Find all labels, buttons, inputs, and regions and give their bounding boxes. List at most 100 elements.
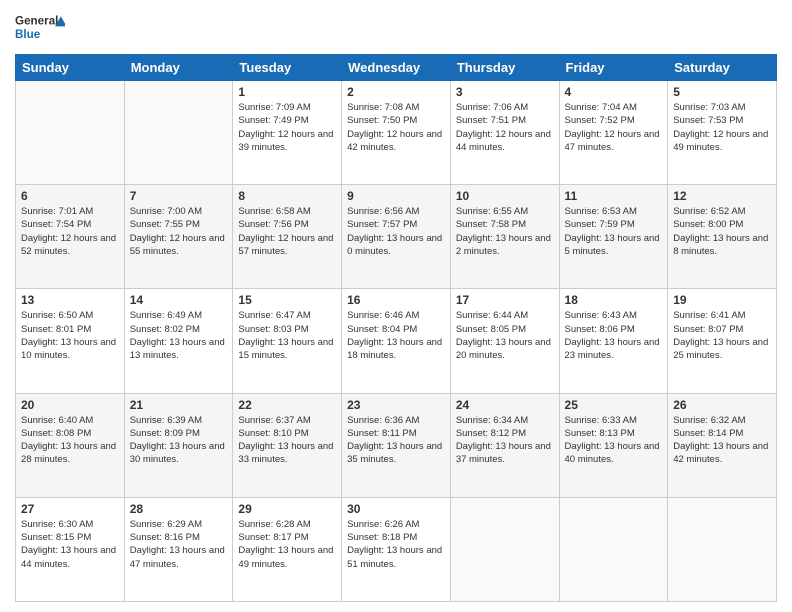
day-number: 10	[456, 189, 554, 203]
calendar-cell	[16, 81, 125, 185]
calendar-cell: 21 Sunrise: 6:39 AMSunset: 8:09 PMDayligh…	[124, 393, 233, 497]
calendar-cell: 30Sunrise: 6:26 AMSunset: 8:18 PMDayligh…	[342, 497, 451, 601]
day-info: Sunrise: 6:34 AMSunset: 8:12 PMDaylight:…	[456, 414, 554, 467]
calendar-cell: 14 Sunrise: 6:49 AMSunset: 8:02 PMDayligh…	[124, 289, 233, 393]
day-info: Sunrise: 6:47 AMSunset: 8:03 PMDaylight:…	[238, 309, 336, 362]
day-info: Sunrise: 6:39 AMSunset: 8:09 PMDaylight:…	[130, 414, 228, 467]
page: General Blue SundayMondayTuesdayWednesda…	[0, 0, 792, 612]
calendar-cell: 1 Sunrise: 7:09 AMSunset: 7:49 PMDaylight…	[233, 81, 342, 185]
svg-text:Blue: Blue	[15, 28, 41, 41]
day-info: Sunrise: 6:58 AMSunset: 7:56 PMDaylight:…	[238, 205, 336, 258]
day-info: Sunrise: 6:50 AMSunset: 8:01 PMDaylight:…	[21, 309, 119, 362]
day-number: 20	[21, 398, 119, 412]
day-header: Sunday	[16, 55, 125, 81]
day-number: 28	[130, 502, 228, 516]
day-number: 3	[456, 85, 554, 99]
calendar-table: SundayMondayTuesdayWednesdayThursdayFrid…	[15, 54, 777, 602]
calendar-cell	[668, 497, 777, 601]
day-info: Sunrise: 6:33 AMSunset: 8:13 PMDaylight:…	[565, 414, 663, 467]
day-header: Monday	[124, 55, 233, 81]
calendar-cell: 11 Sunrise: 6:53 AMSunset: 7:59 PMDayligh…	[559, 185, 668, 289]
day-number: 2	[347, 85, 445, 99]
day-info: Sunrise: 6:44 AMSunset: 8:05 PMDaylight:…	[456, 309, 554, 362]
day-number: 11	[565, 189, 663, 203]
day-info: Sunrise: 6:32 AMSunset: 8:14 PMDaylight:…	[673, 414, 771, 467]
day-number: 4	[565, 85, 663, 99]
day-number: 13	[21, 293, 119, 307]
day-info: Sunrise: 6:40 AMSunset: 8:08 PMDaylight:…	[21, 414, 119, 467]
day-number: 22	[238, 398, 336, 412]
calendar-row: 20 Sunrise: 6:40 AMSunset: 8:08 PMDayligh…	[16, 393, 777, 497]
day-info: Sunrise: 7:04 AMSunset: 7:52 PMDaylight:…	[565, 101, 663, 154]
day-info: Sunrise: 7:01 AMSunset: 7:54 PMDaylight:…	[21, 205, 119, 258]
day-info: Sunrise: 6:46 AMSunset: 8:04 PMDaylight:…	[347, 309, 445, 362]
calendar-cell: 29 Sunrise: 6:28 AMSunset: 8:17 PMDayligh…	[233, 497, 342, 601]
day-number: 24	[456, 398, 554, 412]
day-header: Saturday	[668, 55, 777, 81]
calendar-cell: 10 Sunrise: 6:55 AMSunset: 7:58 PMDayligh…	[450, 185, 559, 289]
calendar-cell: 4 Sunrise: 7:04 AMSunset: 7:52 PMDaylight…	[559, 81, 668, 185]
calendar-cell: 20 Sunrise: 6:40 AMSunset: 8:08 PMDayligh…	[16, 393, 125, 497]
day-number: 16	[347, 293, 445, 307]
calendar-row: 1 Sunrise: 7:09 AMSunset: 7:49 PMDaylight…	[16, 81, 777, 185]
calendar-cell: 16 Sunrise: 6:46 AMSunset: 8:04 PMDayligh…	[342, 289, 451, 393]
day-info: Sunrise: 6:53 AMSunset: 7:59 PMDaylight:…	[565, 205, 663, 258]
day-number: 21	[130, 398, 228, 412]
day-info: Sunrise: 6:55 AMSunset: 7:58 PMDaylight:…	[456, 205, 554, 258]
calendar-row: 6 Sunrise: 7:01 AMSunset: 7:54 PMDaylight…	[16, 185, 777, 289]
calendar-cell: 5 Sunrise: 7:03 AMSunset: 7:53 PMDaylight…	[668, 81, 777, 185]
calendar-cell: 12 Sunrise: 6:52 AMSunset: 8:00 PMDayligh…	[668, 185, 777, 289]
day-number: 5	[673, 85, 771, 99]
day-number: 1	[238, 85, 336, 99]
day-info: Sunrise: 6:52 AMSunset: 8:00 PMDaylight:…	[673, 205, 771, 258]
calendar-cell: 6 Sunrise: 7:01 AMSunset: 7:54 PMDaylight…	[16, 185, 125, 289]
calendar-row: 27Sunrise: 6:30 AMSunset: 8:15 PMDayligh…	[16, 497, 777, 601]
calendar-cell	[559, 497, 668, 601]
day-header: Thursday	[450, 55, 559, 81]
day-number: 8	[238, 189, 336, 203]
day-number: 15	[238, 293, 336, 307]
logo-svg: General Blue	[15, 10, 65, 46]
calendar-cell: 18 Sunrise: 6:43 AMSunset: 8:06 PMDayligh…	[559, 289, 668, 393]
calendar-cell: 7 Sunrise: 7:00 AMSunset: 7:55 PMDaylight…	[124, 185, 233, 289]
calendar-cell	[124, 81, 233, 185]
day-info: Sunrise: 6:37 AMSunset: 8:10 PMDaylight:…	[238, 414, 336, 467]
day-number: 29	[238, 502, 336, 516]
day-number: 23	[347, 398, 445, 412]
calendar-cell: 8 Sunrise: 6:58 AMSunset: 7:56 PMDaylight…	[233, 185, 342, 289]
calendar-row: 13 Sunrise: 6:50 AMSunset: 8:01 PMDayligh…	[16, 289, 777, 393]
calendar-cell: 2 Sunrise: 7:08 AMSunset: 7:50 PMDaylight…	[342, 81, 451, 185]
day-number: 17	[456, 293, 554, 307]
day-number: 7	[130, 189, 228, 203]
header-row: SundayMondayTuesdayWednesdayThursdayFrid…	[16, 55, 777, 81]
calendar-cell: 15 Sunrise: 6:47 AMSunset: 8:03 PMDayligh…	[233, 289, 342, 393]
day-info: Sunrise: 6:36 AMSunset: 8:11 PMDaylight:…	[347, 414, 445, 467]
day-info: Sunrise: 7:06 AMSunset: 7:51 PMDaylight:…	[456, 101, 554, 154]
day-number: 18	[565, 293, 663, 307]
header: General Blue	[15, 10, 777, 46]
day-info: Sunrise: 6:56 AMSunset: 7:57 PMDaylight:…	[347, 205, 445, 258]
calendar-cell: 17 Sunrise: 6:44 AMSunset: 8:05 PMDayligh…	[450, 289, 559, 393]
day-info: Sunrise: 6:43 AMSunset: 8:06 PMDaylight:…	[565, 309, 663, 362]
calendar-cell: 13 Sunrise: 6:50 AMSunset: 8:01 PMDayligh…	[16, 289, 125, 393]
calendar-cell: 22 Sunrise: 6:37 AMSunset: 8:10 PMDayligh…	[233, 393, 342, 497]
day-number: 12	[673, 189, 771, 203]
day-info: Sunrise: 7:03 AMSunset: 7:53 PMDaylight:…	[673, 101, 771, 154]
day-info: Sunrise: 7:09 AMSunset: 7:49 PMDaylight:…	[238, 101, 336, 154]
day-info: Sunrise: 6:49 AMSunset: 8:02 PMDaylight:…	[130, 309, 228, 362]
day-number: 6	[21, 189, 119, 203]
day-number: 14	[130, 293, 228, 307]
day-header: Wednesday	[342, 55, 451, 81]
day-number: 26	[673, 398, 771, 412]
day-info: Sunrise: 6:41 AMSunset: 8:07 PMDaylight:…	[673, 309, 771, 362]
calendar-cell: 23 Sunrise: 6:36 AMSunset: 8:11 PMDayligh…	[342, 393, 451, 497]
calendar-cell: 26 Sunrise: 6:32 AMSunset: 8:14 PMDayligh…	[668, 393, 777, 497]
calendar-cell: 19Sunrise: 6:41 AMSunset: 8:07 PMDayligh…	[668, 289, 777, 393]
day-info: Sunrise: 7:08 AMSunset: 7:50 PMDaylight:…	[347, 101, 445, 154]
day-header: Tuesday	[233, 55, 342, 81]
svg-text:General: General	[15, 15, 58, 28]
calendar-cell: 27Sunrise: 6:30 AMSunset: 8:15 PMDayligh…	[16, 497, 125, 601]
day-info: Sunrise: 7:00 AMSunset: 7:55 PMDaylight:…	[130, 205, 228, 258]
day-info: Sunrise: 6:28 AMSunset: 8:17 PMDaylight:…	[238, 518, 336, 571]
logo: General Blue	[15, 10, 65, 46]
